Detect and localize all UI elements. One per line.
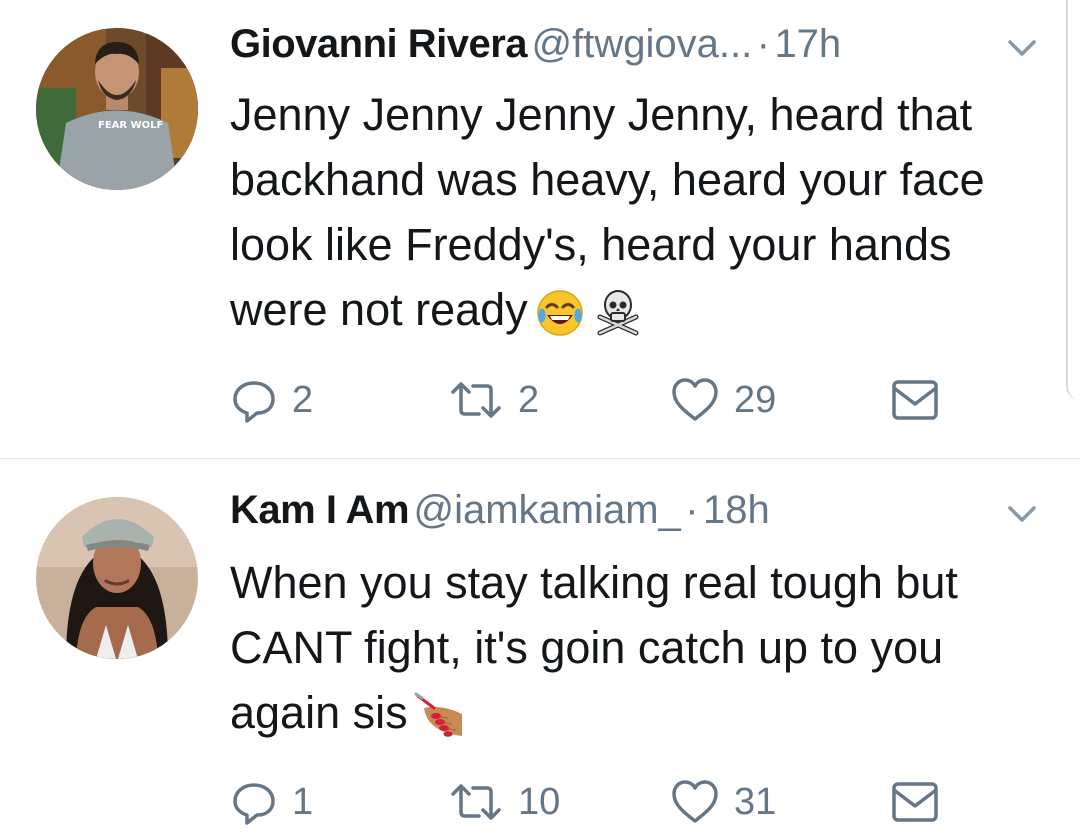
avatar[interactable] xyxy=(36,497,198,659)
avatar[interactable]: FEAR WOLF xyxy=(36,28,198,190)
like-button[interactable]: 29 xyxy=(670,375,776,425)
tweet-actions: 2 2 29 xyxy=(230,375,950,425)
timestamp[interactable]: 17h xyxy=(774,22,841,66)
separator: · xyxy=(685,488,699,532)
tweet-text-content: When you stay talking real tough but CAN… xyxy=(230,557,958,738)
display-name[interactable]: Kam I Am xyxy=(230,488,410,532)
retweet-icon xyxy=(451,382,501,418)
direct-message-icon xyxy=(892,782,938,822)
like-count: 29 xyxy=(734,378,777,421)
like-button[interactable]: 31 xyxy=(670,777,776,827)
retweet-icon xyxy=(451,784,501,820)
tweet[interactable]: FEAR WOLF Giovanni Rivera @ftwgiova... ·… xyxy=(0,0,1080,458)
display-name[interactable]: Giovanni Rivera xyxy=(230,22,528,66)
tweet-header: Kam I Am @iamkamiam_ · 18h xyxy=(230,488,1040,544)
reply-count: 1 xyxy=(292,780,314,823)
like-count: 31 xyxy=(734,780,777,823)
reply-button[interactable]: 1 xyxy=(230,777,313,827)
direct-message-button[interactable] xyxy=(890,777,940,827)
reply-button[interactable]: 2 xyxy=(230,375,313,425)
like-icon xyxy=(672,780,718,823)
retweet-button[interactable]: 2 xyxy=(448,375,539,425)
direct-message-button[interactable] xyxy=(890,375,940,425)
chevron-down-icon[interactable] xyxy=(1004,36,1040,60)
timestamp[interactable]: 18h xyxy=(703,488,770,532)
retweet-count: 10 xyxy=(518,780,561,823)
tweet-header: Giovanni Rivera @ftwgiova... · 17h xyxy=(230,22,1040,78)
tweet-actions: 1 10 31 xyxy=(230,777,950,827)
retweet-button[interactable]: 10 xyxy=(448,777,560,827)
scrollbar-track[interactable] xyxy=(1066,0,1080,400)
reply-icon xyxy=(233,381,275,423)
direct-message-icon xyxy=(892,380,938,420)
retweet-count: 2 xyxy=(518,378,540,421)
face-with-tears-of-joy-emoji xyxy=(534,287,586,339)
avatar-shirt-text: FEAR WOLF xyxy=(98,120,163,131)
like-icon xyxy=(672,378,718,421)
nail-polish-emoji xyxy=(414,690,466,742)
chevron-down-icon[interactable] xyxy=(1004,502,1040,526)
user-handle[interactable]: @iamkamiam_ xyxy=(413,488,680,532)
skull-and-crossbones-emoji xyxy=(592,287,644,339)
reply-icon xyxy=(233,783,275,825)
tweet-text: When you stay talking real tough but CAN… xyxy=(230,550,1060,745)
tweet[interactable]: Kam I Am @iamkamiam_ · 18h When you stay… xyxy=(0,459,1080,838)
user-handle[interactable]: @ftwgiova... xyxy=(532,22,753,66)
reply-count: 2 xyxy=(292,378,314,421)
scrollbar[interactable] xyxy=(1066,0,1080,400)
separator: · xyxy=(756,22,770,66)
tweet-text: Jenny Jenny Jenny Jenny, heard that back… xyxy=(230,82,1060,342)
